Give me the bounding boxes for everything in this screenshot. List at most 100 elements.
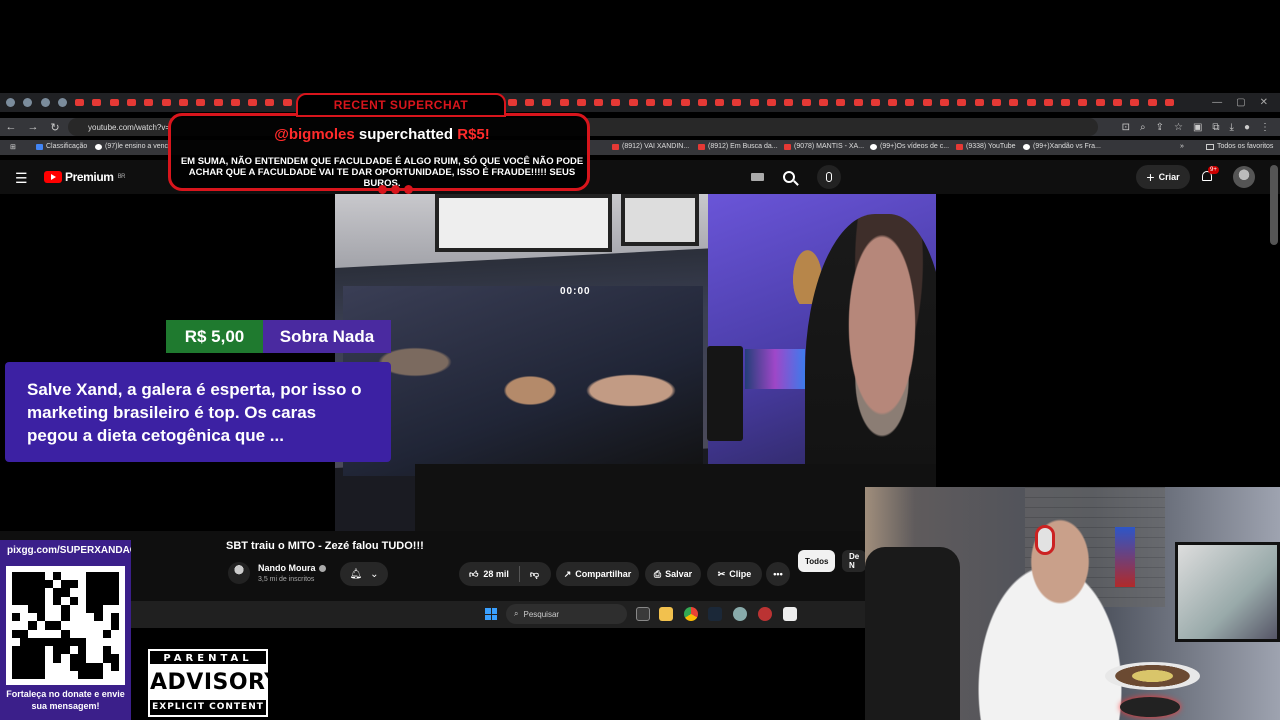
browser-tab[interactable] — [1042, 93, 1055, 112]
forward-icon[interactable]: → — [22, 121, 44, 133]
browser-tab[interactable] — [765, 93, 778, 112]
bookmarks-overflow-icon[interactable]: » — [1180, 143, 1184, 150]
notifications-button[interactable]: 9+ — [1200, 166, 1219, 183]
browser-tab[interactable] — [142, 93, 155, 112]
browser-tab[interactable] — [1059, 93, 1072, 112]
browser-tab[interactable] — [748, 93, 761, 112]
reload-icon[interactable]: ↻ — [44, 121, 66, 134]
extension-icon[interactable]: ▣ — [1193, 122, 1202, 133]
chrome-icon[interactable] — [684, 607, 698, 621]
browser-tab[interactable] — [125, 93, 138, 112]
minimize-icon[interactable]: — — [1212, 97, 1222, 108]
file-explorer-icon[interactable] — [659, 607, 673, 621]
browser-tab[interactable] — [696, 93, 709, 112]
more-actions-button[interactable]: ••• — [766, 562, 790, 586]
download-icon[interactable]: ⤓ — [1230, 122, 1234, 133]
browser-tab[interactable] — [21, 93, 34, 112]
browser-tab[interactable] — [644, 93, 657, 112]
browser-tab[interactable] — [609, 93, 622, 112]
menu-hamburger-icon[interactable]: ☰ — [15, 170, 28, 187]
browser-tab[interactable] — [679, 93, 692, 112]
browser-tab[interactable] — [39, 93, 52, 112]
notepad-icon[interactable] — [783, 607, 797, 621]
browser-tab[interactable] — [108, 93, 121, 112]
taskbar-search[interactable]: ⌕ Pesquisar — [506, 604, 627, 624]
browser-tab[interactable] — [713, 93, 726, 112]
bookmark-item[interactable]: (99+)Os vídeos de c... — [870, 143, 949, 150]
dislike-button[interactable]: 👎︎ — [520, 562, 549, 586]
browser-tab[interactable] — [800, 93, 813, 112]
install-icon[interactable]: ⊡ — [1122, 122, 1130, 133]
browser-tab[interactable] — [1146, 93, 1159, 112]
browser-tab[interactable] — [955, 93, 968, 112]
maximize-icon[interactable]: ▢ — [1236, 97, 1245, 108]
subscription-bell-button[interactable]: 🔔︎ ⌄ — [340, 562, 388, 586]
browser-tab[interactable] — [4, 93, 17, 112]
bookmark-item[interactable]: (99+)Xandão vs Fra... — [1023, 143, 1101, 150]
browser-tab[interactable] — [661, 93, 674, 112]
all-favorites[interactable]: Todos os favoritos — [1206, 143, 1273, 150]
browser-tab[interactable] — [903, 93, 916, 112]
browser-tab[interactable] — [852, 93, 865, 112]
browser-tab[interactable] — [1076, 93, 1089, 112]
channel-name-row[interactable]: Nando Moura — [258, 563, 326, 573]
browser-tab[interactable] — [990, 93, 1003, 112]
zoom-icon[interactable]: ⌕ — [1140, 122, 1146, 133]
settings-icon[interactable] — [733, 607, 747, 621]
bookmark-item[interactable]: Classificação — [36, 143, 87, 150]
clip-button[interactable]: ✂ Clipe — [707, 562, 762, 586]
browser-tab[interactable] — [627, 93, 640, 112]
browser-tab[interactable] — [869, 93, 882, 112]
bookmark-star-icon[interactable]: ☆ — [1174, 122, 1183, 133]
video-player[interactable]: 00:00 — [335, 194, 936, 531]
browser-tab[interactable] — [1163, 93, 1176, 112]
share-button[interactable]: ↗ Compartilhar — [556, 562, 639, 586]
browser-tab[interactable] — [886, 93, 899, 112]
bookmark-item[interactable]: (9078) MANTIS - XA... — [784, 143, 864, 150]
task-view-icon[interactable] — [636, 607, 650, 621]
steam-icon[interactable] — [708, 607, 722, 621]
voice-search-button[interactable] — [817, 165, 841, 189]
apps-icon[interactable]: ⊞ — [10, 143, 16, 151]
app-icon[interactable] — [758, 607, 772, 621]
browser-tab[interactable] — [592, 93, 605, 112]
chip-all[interactable]: Todos — [798, 550, 836, 572]
close-icon[interactable]: ✕ — [1260, 97, 1268, 108]
keyboard-icon[interactable] — [751, 173, 764, 181]
browser-tab[interactable] — [73, 93, 86, 112]
save-button[interactable]: ⎙ Salvar — [645, 562, 701, 586]
browser-tab[interactable] — [782, 93, 795, 112]
back-icon[interactable]: ← — [0, 121, 22, 133]
browser-tab[interactable] — [938, 93, 951, 112]
chip-from-channel[interactable]: De N — [842, 550, 867, 572]
channel-avatar[interactable] — [228, 562, 250, 584]
browser-tab[interactable] — [1007, 93, 1020, 112]
browser-tab[interactable] — [90, 93, 103, 112]
browser-tab[interactable] — [973, 93, 986, 112]
browser-tab[interactable] — [921, 93, 934, 112]
bookmark-item[interactable]: (9338) YouTube — [956, 143, 1016, 150]
browser-tab[interactable] — [817, 93, 830, 112]
share-icon[interactable]: ⇪ — [1156, 122, 1164, 133]
browser-tab[interactable] — [1025, 93, 1038, 112]
windows-start-icon[interactable] — [485, 608, 497, 620]
puzzle-icon[interactable]: ⧉ — [1212, 122, 1219, 133]
browser-tab[interactable] — [834, 93, 847, 112]
browser-tab[interactable] — [730, 93, 743, 112]
bookmark-item[interactable]: (8912) Em Busca da... — [698, 143, 778, 150]
create-button[interactable]: + Criar — [1136, 165, 1190, 189]
browser-tab[interactable] — [1094, 93, 1107, 112]
account-avatar[interactable] — [1233, 166, 1255, 188]
donor-name: Sobra Nada — [263, 320, 391, 353]
bookmark-item[interactable]: (97)le ensino a venc — [95, 143, 168, 150]
bookmark-item[interactable]: (8912) VAI XANDIN... — [612, 143, 689, 150]
profile-icon[interactable]: ● — [1244, 122, 1250, 133]
browser-tab[interactable] — [56, 93, 69, 112]
browser-tab[interactable] — [1111, 93, 1124, 112]
like-button[interactable]: 👍︎ 28 mil — [459, 562, 519, 586]
browser-tab[interactable] — [1128, 93, 1141, 112]
menu-icon[interactable]: ⋮ — [1260, 122, 1270, 133]
youtube-logo[interactable]: Premium BR — [44, 170, 125, 184]
page-scrollbar[interactable] — [1270, 165, 1278, 245]
search-button[interactable] — [772, 162, 806, 192]
